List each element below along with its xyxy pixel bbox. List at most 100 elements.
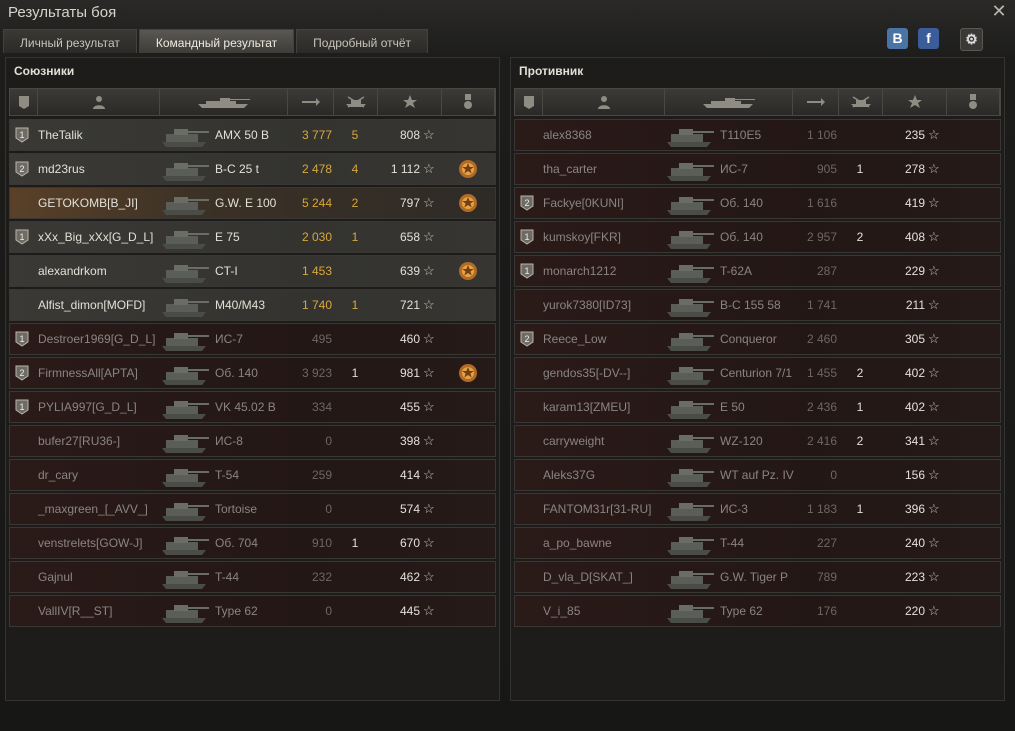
medal-icon <box>962 430 984 452</box>
vehicle-icon <box>160 494 210 524</box>
player-row[interactable]: bufer27[RU36-] ИС-8 0 398 ☆ <box>9 425 496 457</box>
player-row[interactable]: 1 TheTalik AMX 50 B 3 777 5 808 ☆ <box>9 119 496 151</box>
tab-detailed-report[interactable]: Подробный отчёт <box>296 29 429 53</box>
player-row[interactable]: 1 PYLIA997[G_D_L] VK 45.02 B 334 455 ☆ <box>9 391 496 423</box>
xp-star-icon: ☆ <box>423 603 435 618</box>
xp-column-icon[interactable] <box>378 89 442 115</box>
enemies-column-header <box>514 88 1001 116</box>
vehicle-name: E 75 <box>215 230 240 244</box>
player-name: gendos35[-DV--] <box>543 366 631 380</box>
medal-icon[interactable] <box>457 192 479 214</box>
medal-icon <box>457 600 479 622</box>
player-row[interactable]: 2 FirmnessAll[APTA] Об. 140 3 923 1 981 ☆ <box>9 357 496 389</box>
medal-icon[interactable] <box>457 158 479 180</box>
rank-badge-icon <box>520 161 534 177</box>
player-row[interactable]: D_vla_D[SKAT_] G.W. Tiger P 789 223 ☆ <box>514 561 1001 593</box>
damage-value: 3 777 <box>301 128 332 142</box>
damage-column-icon[interactable] <box>288 89 334 115</box>
player-name: Reece_Low <box>543 332 607 346</box>
player-row[interactable]: tha_carter ИС-7 905 1 278 ☆ <box>514 153 1001 185</box>
medal-icon[interactable] <box>457 362 479 384</box>
xp-value: 808 <box>399 128 420 142</box>
medal-icon <box>962 294 984 316</box>
badge-column-icon[interactable] <box>515 89 543 115</box>
kills-column-icon[interactable] <box>839 89 883 115</box>
player-name: _maxgreen_[_AVV_] <box>38 502 148 516</box>
player-row[interactable]: _maxgreen_[_AVV_] Tortoise 0 574 ☆ <box>9 493 496 525</box>
player-row[interactable]: 1 monarch1212 T-62A 287 229 ☆ <box>514 255 1001 287</box>
player-row[interactable]: alexandrkom CT-I 1 453 639 ☆ <box>9 255 496 287</box>
tab-personal-result[interactable]: Личный результат <box>3 29 137 53</box>
damage-column-icon[interactable] <box>793 89 839 115</box>
xp-value: 396 <box>904 502 925 516</box>
window-title: Результаты боя <box>8 4 117 21</box>
player-name: xXx_Big_xXx[G_D_L] <box>38 230 154 244</box>
player-name: FirmnessAll[APTA] <box>38 366 138 380</box>
damage-value: 1 740 <box>301 298 332 312</box>
facebook-share-button[interactable]: f <box>918 28 939 49</box>
vk-share-button[interactable]: B <box>887 28 908 49</box>
player-row[interactable]: a_po_bawne T-44 227 240 ☆ <box>514 527 1001 559</box>
xp-star-icon: ☆ <box>928 603 940 618</box>
player-name: TheTalik <box>38 128 83 142</box>
xp-column-icon[interactable] <box>883 89 947 115</box>
player-row[interactable]: 2 Reece_Low Conqueror 2 460 305 ☆ <box>514 323 1001 355</box>
vehicle-column-icon[interactable] <box>665 89 793 115</box>
medal-column-icon[interactable] <box>442 89 495 115</box>
svg-text:1: 1 <box>19 130 24 140</box>
damage-value: 5 244 <box>301 196 332 210</box>
player-row[interactable]: FANTOM31r[31-RU] ИС-3 1 183 1 396 ☆ <box>514 493 1001 525</box>
player-row[interactable]: V_i_85 Type 62 176 220 ☆ <box>514 595 1001 627</box>
player-row[interactable]: gendos35[-DV--] Centurion 7/1 1 455 2 402 ☆ <box>514 357 1001 389</box>
medal-icon <box>457 396 479 418</box>
player-row[interactable]: 2 Fackye[0KUNI] Об. 140 1 616 419 ☆ <box>514 187 1001 219</box>
player-row[interactable]: 2 md23rus B-C 25 t 2 478 4 1 112 ☆ <box>9 153 496 185</box>
svg-text:1: 1 <box>19 334 24 344</box>
vehicle-icon <box>160 188 210 218</box>
vehicle-icon <box>665 324 715 354</box>
xp-star-icon: ☆ <box>423 569 435 584</box>
vehicle-icon <box>665 392 715 422</box>
medal-icon <box>962 362 984 384</box>
medal-icon[interactable] <box>457 260 479 282</box>
medal-column-icon[interactable] <box>947 89 1000 115</box>
player-row[interactable]: 1 Destroer1969[G_D_L] ИС-7 495 460 ☆ <box>9 323 496 355</box>
vehicle-icon <box>665 562 715 592</box>
rank-badge-icon <box>520 535 534 551</box>
player-row[interactable]: 1 kumskoy[FKR] Об. 140 2 957 2 408 ☆ <box>514 221 1001 253</box>
close-icon[interactable]: ✕ <box>990 2 1008 20</box>
player-row[interactable]: karam13[ZMEU] E 50 2 436 1 402 ☆ <box>514 391 1001 423</box>
damage-value: 1 453 <box>301 264 332 278</box>
kills-value: 1 <box>856 162 864 176</box>
player-row[interactable]: yurok7380[ID73] B-C 155 58 1 741 211 ☆ <box>514 289 1001 321</box>
player-row[interactable]: dr_cary T-54 259 414 ☆ <box>9 459 496 491</box>
player-row[interactable]: Gajnul T-44 232 462 ☆ <box>9 561 496 593</box>
player-name: a_po_bawne <box>543 536 612 550</box>
player-row[interactable]: alex8368 T110E5 1 106 235 ☆ <box>514 119 1001 151</box>
tab-team-result[interactable]: Командный результат <box>138 29 295 53</box>
vehicle-icon <box>665 154 715 184</box>
rank-badge-icon <box>520 433 534 449</box>
player-name: Alfist_dimon[MOFD] <box>38 298 146 312</box>
tab-bar: Личный результат Командный результат Под… <box>3 29 430 53</box>
vehicle-icon <box>160 154 210 184</box>
player-row[interactable]: 1 xXx_Big_xXx[G_D_L] E 75 2 030 1 658 ☆ <box>9 221 496 253</box>
player-row[interactable]: carryweight WZ-120 2 416 2 341 ☆ <box>514 425 1001 457</box>
player-row[interactable]: VallIV[R__ST] Type 62 0 445 ☆ <box>9 595 496 627</box>
player-row[interactable]: Alfist_dimon[MOFD] M40/M43 1 740 1 721 ☆ <box>9 289 496 321</box>
vehicle-name: Type 62 <box>720 604 763 618</box>
player-row[interactable]: venstrelets[GOW-J] Об. 704 910 1 670 ☆ <box>9 527 496 559</box>
rank-badge-icon <box>520 127 534 143</box>
badge-column-icon[interactable] <box>10 89 38 115</box>
xp-value: 235 <box>904 128 925 142</box>
settings-gear-icon[interactable]: ⚙ <box>960 28 983 51</box>
player-row[interactable]: GETOKOMB[B_JI] G.W. E 100 5 244 2 797 ☆ <box>9 187 496 219</box>
vehicle-column-icon[interactable] <box>160 89 288 115</box>
rank-badge-icon <box>15 569 29 585</box>
player-row[interactable]: Aleks37G WT auf Pz. IV 0 156 ☆ <box>514 459 1001 491</box>
vehicle-icon <box>160 562 210 592</box>
kills-column-icon[interactable] <box>334 89 378 115</box>
player-column-icon[interactable] <box>38 89 160 115</box>
damage-value: 2 957 <box>806 230 837 244</box>
player-column-icon[interactable] <box>543 89 665 115</box>
